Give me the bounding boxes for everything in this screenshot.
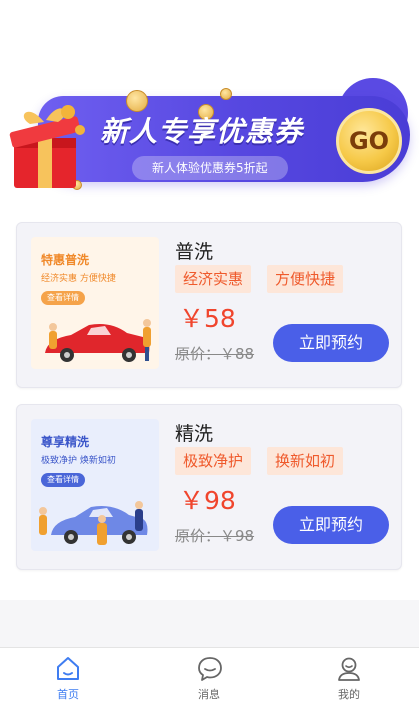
coin-icon <box>126 90 148 112</box>
banner-title: 新人专享优惠券 <box>100 115 304 148</box>
service-card-premium-wash[interactable]: 尊享精洗 极致净护 焕新如初 查看详情 精洗 极致净护 换新如初 ￥98 原价：… <box>16 404 402 570</box>
go-button[interactable]: GO <box>336 108 402 174</box>
promo-banner[interactable]: 新人专享优惠券 新人体验优惠券5折起 GO <box>8 70 412 198</box>
service-thumbnail[interactable]: 尊享精洗 极致净护 焕新如初 查看详情 <box>31 419 159 551</box>
tab-messages[interactable]: 消息 <box>179 648 239 702</box>
tab-profile[interactable]: 我的 <box>319 648 379 702</box>
thumb-subtitle: 经济实惠 方便快捷 <box>41 274 116 284</box>
service-tag: 极致净护 <box>175 447 252 475</box>
tab-label: 首页 <box>57 688 79 701</box>
book-now-button[interactable]: 立即预约 <box>273 506 389 544</box>
home-icon <box>57 657 79 680</box>
car-wash-illustration <box>39 501 148 545</box>
thumb-subtitle: 极致净护 焕新如初 <box>41 456 116 466</box>
service-price: ￥58 <box>179 304 236 333</box>
original-price: 原价：￥88 <box>175 345 255 363</box>
thumb-title: 特惠普洗 <box>41 253 90 267</box>
original-price: 原价：￥98 <box>175 527 255 545</box>
service-price: ￥98 <box>179 486 236 515</box>
service-thumbnail[interactable]: 特惠普洗 经济实惠 方便快捷 查看详情 <box>31 237 159 369</box>
service-name: 精洗 <box>175 423 214 445</box>
thumb-details-button[interactable]: 查看详情 <box>41 291 85 305</box>
bottom-tab-bar: 首页 消息 我的 <box>0 647 419 702</box>
thumb-details-button[interactable]: 查看详情 <box>41 473 85 487</box>
tab-home[interactable]: 首页 <box>38 648 98 702</box>
gift-box-icon <box>9 105 85 188</box>
service-name: 普洗 <box>175 241 214 263</box>
car-wash-illustration <box>45 319 151 362</box>
service-tag: 经济实惠 <box>175 265 252 293</box>
service-tag: 换新如初 <box>267 447 344 475</box>
coin-icon <box>220 88 232 100</box>
banner-subtitle: 新人体验优惠券5折起 <box>132 156 288 180</box>
chat-icon <box>198 657 222 681</box>
book-now-button[interactable]: 立即预约 <box>273 324 389 362</box>
tab-label: 消息 <box>198 688 220 701</box>
service-card-basic-wash[interactable]: 特惠普洗 经济实惠 方便快捷 查看详情 普洗 经济实惠 方便快捷 ￥58 原价：… <box>16 222 402 388</box>
tab-label: 我的 <box>338 688 360 701</box>
profile-icon <box>338 657 360 681</box>
service-tag: 方便快捷 <box>267 265 344 293</box>
thumb-title: 尊享精洗 <box>41 435 90 449</box>
